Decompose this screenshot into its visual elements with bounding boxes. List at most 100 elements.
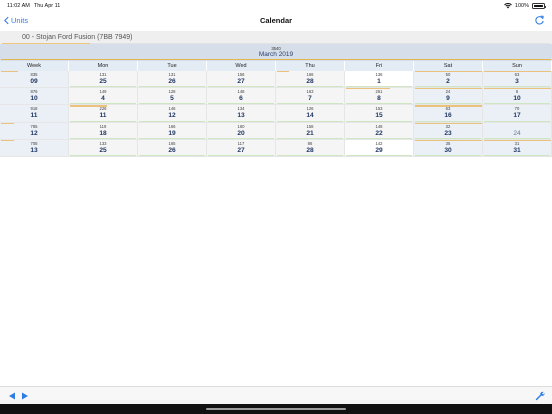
day-availability-bar — [346, 120, 412, 122]
day-cell[interactable]: 166 19 — [138, 122, 207, 139]
day-date: 16 — [444, 112, 452, 120]
day-cell[interactable]: 24 9 — [414, 88, 483, 105]
battery-icon — [532, 3, 547, 9]
day-availability-bar — [139, 86, 205, 88]
day-cell[interactable]: 163 7 — [276, 88, 345, 105]
header-tue: Tue — [138, 61, 207, 71]
day-cell[interactable]: 160 20 — [207, 122, 276, 139]
day-availability-bar — [484, 86, 550, 88]
day-count: 63 — [445, 106, 451, 112]
day-count: 63 — [514, 72, 520, 77]
day-count: 166 — [168, 123, 176, 129]
day-count: 134 — [237, 106, 245, 112]
day-cell[interactable]: 70 17 — [483, 105, 552, 122]
day-date: 4 — [101, 95, 105, 103]
day-count: 131 — [99, 72, 107, 77]
day-cell[interactable]: 166 28 — [276, 71, 345, 88]
day-availability-bar — [70, 120, 136, 122]
day-date: 23 — [444, 129, 452, 137]
week-count: 708 — [30, 140, 38, 146]
page-title: Calendar — [259, 16, 293, 25]
day-cell[interactable]: 134 13 — [207, 105, 276, 122]
day-cell[interactable]: 146 12 — [138, 105, 207, 122]
day-cell[interactable]: 126 14 — [276, 105, 345, 122]
calendar-week-row: 785 12 119 18 166 19 160 20 158 21 148 22 32 23 24 — [0, 122, 552, 140]
day-cell[interactable]: 142 29 — [345, 139, 414, 156]
day-availability-bar — [277, 86, 343, 88]
battery-percent: 100% — [514, 3, 529, 9]
weekday-header-row: Week Mon Tue Wed Thu Fri Sat Sun — [0, 61, 552, 71]
refresh-icon[interactable] — [534, 15, 545, 26]
day-count: 160 — [237, 123, 245, 129]
day-cell[interactable]: 128 5 — [138, 88, 207, 105]
day-availability-bar — [139, 137, 205, 139]
day-cell[interactable]: 148 6 — [207, 88, 276, 105]
day-cell[interactable]: 131 25 — [69, 71, 138, 88]
navigation-bar: Units Calendar — [0, 12, 552, 29]
day-cell[interactable]: 63 3 — [483, 71, 552, 88]
day-cell[interactable]: 158 21 — [276, 122, 345, 139]
day-cell[interactable]: 261 8 — [345, 88, 414, 105]
day-availability-bar — [484, 103, 550, 105]
day-date: 26 — [168, 146, 176, 154]
day-cell[interactable]: 32 23 — [414, 122, 483, 139]
day-count: 146 — [168, 106, 176, 112]
day-date: 5 — [170, 95, 174, 103]
day-availability-bar — [415, 103, 481, 105]
day-date: 14 — [306, 112, 314, 120]
day-count: 142 — [375, 140, 383, 146]
day-availability-bar — [277, 154, 343, 156]
day-cell[interactable]: 86 28 — [276, 139, 345, 156]
day-cell[interactable]: 149 4 — [69, 88, 138, 105]
day-cell[interactable]: 117 27 — [207, 139, 276, 156]
day-count: 119 — [99, 123, 107, 129]
day-count: 153 — [375, 106, 383, 112]
day-count: 126 — [306, 106, 314, 112]
day-cell[interactable]: 131 26 — [138, 71, 207, 88]
day-date: 11 — [99, 112, 107, 120]
day-availability-bar — [208, 154, 274, 156]
day-date: 21 — [306, 129, 314, 137]
day-count: 6 — [515, 89, 519, 95]
day-date: 25 — [99, 146, 107, 154]
day-cell[interactable]: 50 2 — [414, 71, 483, 88]
month-header: 3540 March 2019 — [0, 44, 552, 61]
day-date: 17 — [513, 112, 521, 120]
week-count: 785 — [30, 123, 38, 129]
day-date: 2 — [446, 78, 450, 85]
day-availability-bar — [346, 103, 412, 105]
day-cell[interactable]: 24 — [483, 122, 552, 139]
day-cell[interactable]: 35 30 — [414, 139, 483, 156]
home-indicator[interactable] — [206, 408, 346, 410]
day-count: 226 — [99, 106, 107, 112]
day-count: 24 — [445, 89, 451, 95]
wrench-icon[interactable] — [535, 391, 545, 401]
day-cell[interactable]: 119 18 — [69, 122, 138, 139]
day-cell[interactable]: 148 22 — [345, 122, 414, 139]
day-cell[interactable]: 63 16 — [414, 105, 483, 122]
day-cell[interactable]: 133 25 — [69, 139, 138, 156]
day-availability-bar — [346, 154, 412, 156]
day-cell[interactable]: 6 10 — [483, 88, 552, 105]
unit-header[interactable]: 00 - Stojan Ford Fusion (7BB 7949) — [0, 31, 552, 45]
day-cell[interactable]: 136 1 — [345, 71, 414, 88]
header-sun: Sun — [483, 61, 552, 71]
triangle-right-icon[interactable] — [21, 392, 29, 400]
day-cell[interactable]: 153 15 — [345, 105, 414, 122]
day-date: 27 — [237, 146, 245, 154]
battery-level — [533, 4, 544, 8]
week-number-cell: 708 13 — [0, 139, 69, 156]
day-cell[interactable]: 226 11 — [69, 105, 138, 122]
day-count: 261 — [375, 89, 383, 95]
day-cell[interactable]: 165 26 — [138, 139, 207, 156]
triangle-left-icon[interactable] — [8, 392, 16, 400]
day-count: 70 — [514, 106, 520, 112]
day-date: 29 — [375, 146, 383, 154]
day-date: 27 — [237, 78, 245, 85]
day-cell[interactable]: 156 27 — [207, 71, 276, 88]
day-cell[interactable]: 31 31 — [483, 139, 552, 156]
day-count: 32 — [445, 123, 451, 129]
day-date: 28 — [306, 146, 314, 154]
calendar-grid: Week Mon Tue Wed Thu Fri Sat Sun 835 09 131 25 131 2… — [0, 61, 552, 157]
unit-name: 00 - Stojan Ford Fusion (7BB 7949) — [22, 34, 133, 41]
